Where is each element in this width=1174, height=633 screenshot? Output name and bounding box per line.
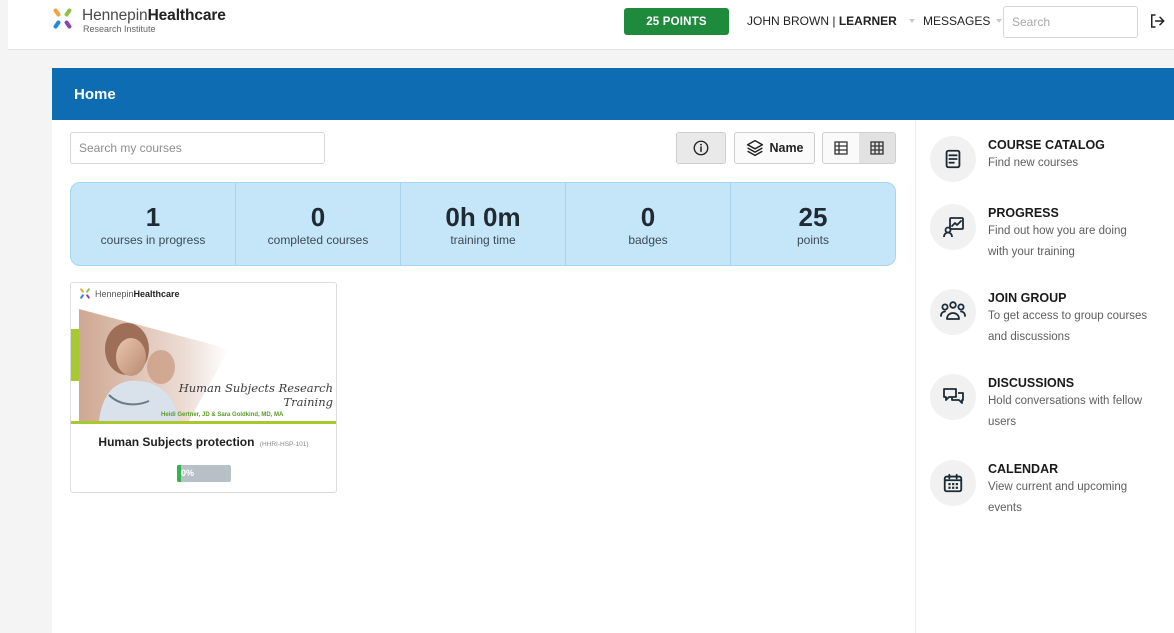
sidebar-item-title: DISCUSSIONS [988, 376, 1075, 390]
group-icon [930, 289, 976, 335]
info-icon [693, 140, 709, 156]
stat-value: 0 [310, 201, 326, 232]
user-separator: | [832, 14, 836, 28]
sidebar-item-desc: To get access to group courses and discu… [988, 310, 1148, 343]
logout-icon[interactable] [1148, 12, 1166, 30]
sort-label: Name [769, 141, 804, 155]
chevron-down-icon [996, 19, 1003, 23]
user-role: LEARNER [838, 14, 897, 28]
stat-value: 0 [640, 201, 656, 232]
sidebar-item-title: COURSE CATALOG [988, 138, 1105, 152]
logo-name: HennepinHealthcare [82, 7, 226, 24]
thumbnail-accent [71, 329, 79, 381]
stat-courses-in-progress: 1 courses in progress [71, 183, 236, 265]
course-thumbnail[interactable]: Hennepin Healthcare Human Subjects Resea… [71, 283, 336, 424]
grid-view-icon [870, 141, 884, 155]
sidebar-item-desc: View current and upcoming events [988, 481, 1128, 514]
sidebar-item-title: CALENDAR [988, 462, 1059, 476]
user-name: JOHN BROWN [747, 14, 829, 28]
grid-view-button[interactable] [859, 133, 895, 163]
learning-stats: 1 courses in progress 0 completed course… [70, 182, 896, 266]
stat-label: training time [450, 232, 516, 247]
stat-points: 25 points [731, 183, 895, 265]
sidebar-item-calendar[interactable]: CALENDAR View current and upcoming event… [930, 460, 1148, 519]
user-menu[interactable]: JOHN BROWN | LEARNER [747, 14, 915, 28]
stat-label: completed courses [267, 232, 369, 247]
list-view-button[interactable] [823, 133, 859, 163]
thumbnail-brand: Hennepin Healthcare [79, 287, 180, 300]
stat-completed-courses: 0 completed courses [236, 183, 401, 265]
home-panel: Home Name [52, 68, 1174, 633]
view-toggle [822, 132, 896, 164]
sidebar-item-desc: Hold conversations with fellow users [988, 395, 1143, 428]
sidebar-item-join-group[interactable]: JOIN GROUP To get access to group course… [930, 289, 1148, 348]
sidebar-item-desc: Find new courses [988, 157, 1079, 169]
sort-by-button[interactable]: Name [734, 132, 815, 164]
top-navigation-bar: HennepinHealthcare Research Institute 25… [0, 0, 1174, 50]
logo-mark-icon [79, 287, 91, 300]
progress-text: 0% [181, 468, 195, 478]
info-button[interactable] [676, 132, 726, 164]
thumbnail-title: Human Subjects Research Training [178, 381, 333, 409]
book-icon [930, 136, 976, 182]
sidebar-item-discussions[interactable]: DISCUSSIONS Hold conversations with fell… [930, 374, 1148, 433]
stat-value: 25 [798, 201, 828, 232]
thumbnail-authors: Heidi Gertner, JD & Sara Goldkind, MD, M… [161, 412, 284, 418]
messages-label: MESSAGES [923, 14, 991, 28]
course-title[interactable]: Human Subjects protection (HHRI-HSP-101) [71, 435, 336, 449]
sidebar-item-course-catalog[interactable]: COURSE CATALOG Find new courses [930, 136, 1148, 182]
sidebar-item-desc: Find out how you are doing with your tra… [988, 225, 1127, 258]
search-my-courses-input[interactable] [70, 132, 325, 164]
hennepin-healthcare-logo[interactable]: HennepinHealthcare Research Institute [52, 7, 226, 43]
stat-badges: 0 badges [566, 183, 731, 265]
list-view-icon [834, 141, 848, 155]
points-button[interactable]: 25 POINTS [624, 8, 729, 35]
course-code: (HHRI-HSP-101) [259, 441, 309, 448]
course-progress-bar: 0% [177, 465, 231, 482]
layers-icon [747, 139, 764, 157]
stat-label: badges [628, 232, 668, 247]
sidebar-item-title: JOIN GROUP [988, 291, 1067, 305]
stat-value: 0h 0m [445, 201, 521, 232]
thumbnail-strip [71, 421, 336, 424]
stat-label: courses in progress [100, 232, 206, 247]
calendar-icon [930, 460, 976, 506]
stat-training-time: 0h 0m training time [401, 183, 566, 265]
sidebar-item-progress[interactable]: PROGRESS Find out how you are doing with… [930, 204, 1148, 263]
logo-mark-icon [52, 7, 76, 32]
course-card[interactable]: Hennepin Healthcare Human Subjects Resea… [70, 282, 337, 493]
page-margin [0, 0, 8, 633]
stat-value: 1 [145, 201, 161, 232]
sidebar-item-title: PROGRESS [988, 206, 1059, 220]
progress-chart-icon [930, 204, 976, 250]
chevron-down-icon [908, 19, 915, 23]
logo-subtitle: Research Institute [83, 24, 156, 34]
page-title: Home [52, 68, 1174, 120]
stat-label: points [796, 232, 830, 247]
messages-menu[interactable]: MESSAGES [923, 14, 1003, 28]
global-search-input[interactable] [1003, 6, 1138, 38]
sidebar-divider [915, 120, 916, 633]
chat-icon [930, 374, 976, 420]
